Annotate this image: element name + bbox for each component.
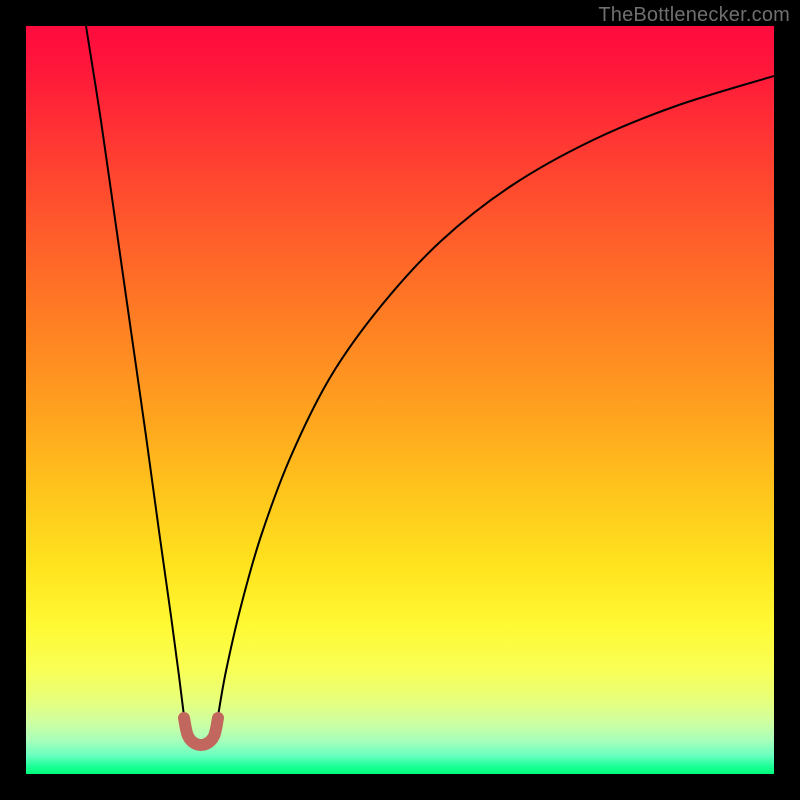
- watermark-text: TheBottlenecker.com: [598, 4, 790, 27]
- curve-right-branch: [218, 76, 774, 716]
- curve-trough-marker: [184, 718, 218, 745]
- outer-frame: TheBottlenecker.com: [0, 0, 800, 800]
- plot-area: [26, 26, 774, 774]
- curve-left-branch: [86, 26, 184, 716]
- bottleneck-curve: [26, 26, 774, 774]
